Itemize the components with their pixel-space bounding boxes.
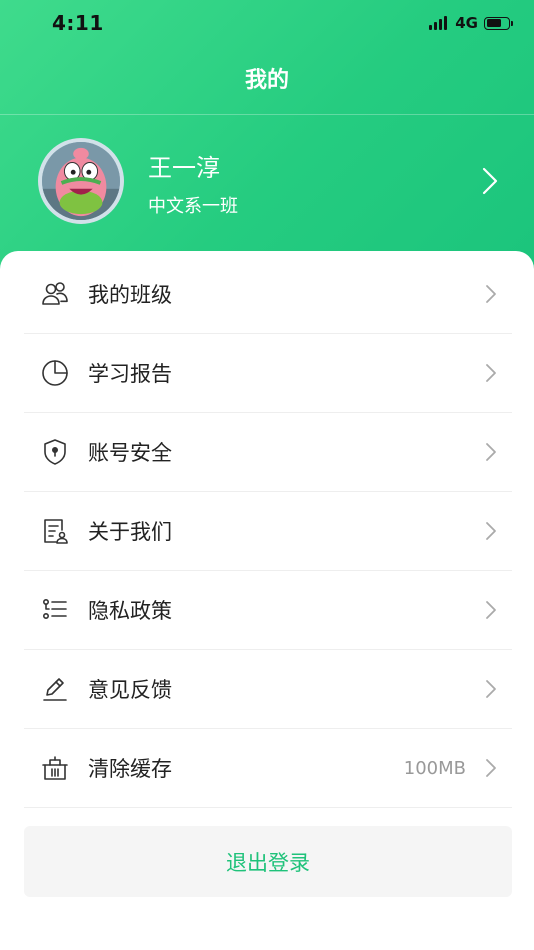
menu-item-privacy-policy[interactable]: 隐私政策: [24, 571, 512, 650]
profile-name: 王一淳: [148, 154, 220, 182]
chevron-right-icon: [486, 364, 496, 382]
menu-item-about-us[interactable]: 关于我们: [24, 492, 512, 571]
about-icon: [40, 516, 70, 546]
logout-button[interactable]: 退出登录: [24, 826, 512, 897]
menu-item-label: 我的班级: [88, 283, 172, 307]
menu-item-label: 隐私政策: [88, 599, 172, 623]
network-type: 4G: [455, 14, 478, 32]
chevron-right-icon: [486, 443, 496, 461]
status-bar: 4:11 4G: [0, 0, 534, 46]
pencil-icon: [40, 674, 70, 704]
basket-icon: [40, 753, 70, 783]
chevron-right-icon: [486, 285, 496, 303]
menu-item-label: 意见反馈: [88, 678, 172, 702]
menu-card: 我的班级 学习报告 账号安全 关于我们 隐私政策 意见反馈 清除缓存 100MB…: [0, 251, 534, 950]
page-title: 我的: [244, 68, 289, 93]
chevron-right-icon: [486, 601, 496, 619]
menu-item-label: 学习报告: [88, 362, 172, 386]
status-time: 4:11: [52, 11, 104, 35]
cache-size: 100MB: [403, 757, 466, 779]
chevron-right-icon: [486, 759, 496, 777]
menu-item-study-report[interactable]: 学习报告: [24, 334, 512, 413]
chevron-right-icon: [486, 680, 496, 698]
menu-item-label: 账号安全: [88, 441, 172, 465]
class-icon: [40, 279, 70, 309]
menu-item-clear-cache[interactable]: 清除缓存 100MB: [24, 729, 512, 808]
menu-item-label: 关于我们: [88, 520, 172, 544]
status-indicators: 4G: [429, 14, 513, 32]
nav-divider: [0, 114, 534, 115]
profile-header[interactable]: 王一淳 中文系一班: [0, 136, 534, 228]
privacy-icon: [40, 595, 70, 625]
battery-icon: [484, 16, 513, 30]
chevron-right-icon: [486, 522, 496, 540]
menu-item-account-security[interactable]: 账号安全: [24, 413, 512, 492]
menu-item-my-class[interactable]: 我的班级: [24, 255, 512, 334]
avatar[interactable]: [38, 138, 124, 224]
signal-icon: [429, 16, 448, 30]
chevron-right-icon[interactable]: [480, 166, 500, 196]
profile-class: 中文系一班: [148, 196, 238, 217]
report-icon: [40, 358, 70, 388]
menu-list: 我的班级 学习报告 账号安全 关于我们 隐私政策 意见反馈 清除缓存 100MB: [24, 255, 512, 808]
shield-icon: [40, 437, 70, 467]
menu-item-feedback[interactable]: 意见反馈: [24, 650, 512, 729]
menu-item-label: 清除缓存: [88, 757, 172, 781]
